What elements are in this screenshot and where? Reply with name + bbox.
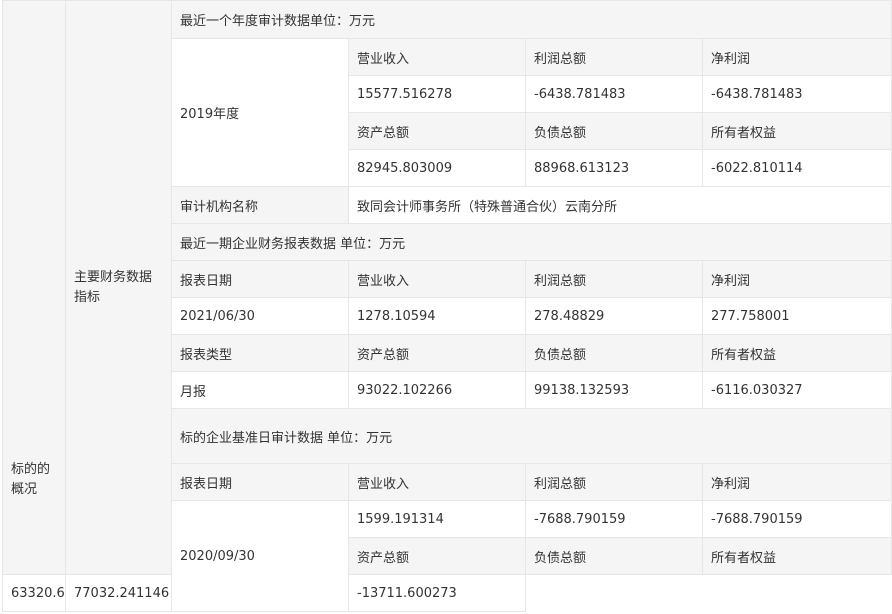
latest-label-total-profit: 利润总额	[525, 260, 703, 298]
subcategory-label-line-2: 指标	[74, 289, 101, 305]
latest-label-owner-equity: 所有者权益	[701, 334, 892, 372]
base-date-label: 报表日期	[171, 463, 349, 501]
base-label-owner-equity: 所有者权益	[701, 537, 892, 575]
annual-value-total-profit: -6438.781483	[525, 75, 703, 113]
base-label-revenue: 营业收入	[348, 463, 526, 501]
subcategory-label-line-1: 主要财务数据	[74, 269, 153, 285]
subcategory-cell: 主要财务数据 指标	[65, 0, 172, 575]
latest-label-net-profit: 净利润	[701, 260, 892, 298]
annual-label-total-assets: 资产总额	[348, 112, 526, 150]
base-value-revenue: 1599.191314	[348, 500, 526, 538]
latest-type-label: 报表类型	[171, 334, 349, 372]
latest-value-total-assets: 93022.102266	[348, 371, 526, 409]
latest-date-label: 报表日期	[171, 260, 349, 298]
base-header: 标的企业基准日审计数据 单位：万元	[170, 408, 892, 464]
latest-value-total-profit: 278.48829	[525, 297, 703, 335]
base-value-total-assets: 63320.640873	[2, 574, 66, 612]
base-value-net-profit: -7688.790159	[701, 500, 892, 538]
annual-value-net-profit: -6438.781483	[701, 75, 892, 113]
latest-date-value: 2021/06/30	[171, 297, 349, 335]
category-label-line-1: 标的的	[11, 462, 51, 477]
base-value-total-profit: -7688.790159	[525, 500, 703, 538]
annual-value-owner-equity: -6022.810114	[701, 149, 892, 187]
base-value-total-liabilities: 77032.241146	[65, 574, 172, 612]
annual-period: 2019年度	[171, 38, 349, 187]
base-label-net-profit: 净利润	[701, 463, 892, 501]
category-label-line-2: 概况	[11, 482, 38, 497]
auditor-value: 致同会计师事务所（特殊普通合伙）云南分所	[347, 186, 892, 224]
category-cell: 标的的 概况	[2, 0, 66, 575]
latest-value-revenue: 1278.10594	[348, 297, 526, 335]
annual-value-total-assets: 82945.803009	[348, 149, 526, 187]
latest-label-total-assets: 资产总额	[348, 334, 526, 372]
annual-label-total-profit: 利润总额	[525, 38, 703, 76]
financial-data-table: 标的的 概况 主要财务数据 指标 最近一个年度审计数据单位：万元 2019年度 …	[2, 0, 892, 612]
latest-value-owner-equity: -6116.030327	[701, 371, 892, 409]
base-date-value: 2020/09/30	[171, 500, 349, 612]
base-label-total-assets: 资产总额	[348, 537, 526, 575]
latest-type-value: 月报	[171, 371, 349, 409]
latest-header: 最近一期企业财务报表数据 单位：万元	[170, 223, 892, 261]
latest-label-total-liabilities: 负债总额	[525, 334, 703, 372]
base-label-total-profit: 利润总额	[525, 463, 703, 501]
annual-label-owner-equity: 所有者权益	[701, 112, 892, 150]
annual-value-revenue: 15577.516278	[348, 75, 526, 113]
base-label-total-liabilities: 负债总额	[525, 537, 703, 575]
auditor-label: 审计机构名称	[171, 186, 349, 224]
latest-value-net-profit: 277.758001	[701, 297, 892, 335]
latest-label-revenue: 营业收入	[348, 260, 526, 298]
annual-label-revenue: 营业收入	[348, 38, 526, 76]
annual-header: 最近一个年度审计数据单位：万元	[170, 0, 892, 39]
annual-value-total-liabilities: 88968.613123	[525, 149, 703, 187]
annual-label-total-liabilities: 负债总额	[525, 112, 703, 150]
latest-value-total-liabilities: 99138.132593	[525, 371, 703, 409]
annual-label-net-profit: 净利润	[701, 38, 892, 76]
base-value-owner-equity: -13711.600273	[348, 574, 526, 612]
